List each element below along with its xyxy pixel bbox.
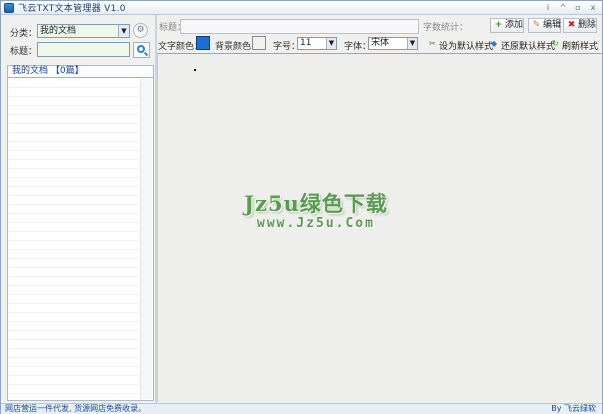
document-list-rows[interactable] [9,79,139,399]
restore-default-style-button[interactable]: ◆ 还原默认样式 [491,39,556,53]
category-label: 分类： [10,29,38,39]
edit-button-label: 编辑 [543,20,562,30]
search-input[interactable] [37,42,130,57]
delete-button-label: 删除 [578,20,597,30]
delete-button[interactable]: ✖ 删除 [563,18,597,33]
set-default-style-label: 设为默认样式 [439,42,494,52]
text-editor[interactable]: Jz5u绿色下载 www.Jz5u.Com [157,53,602,402]
chevron-down-icon: ▼ [118,25,129,37]
plus-icon: + [494,20,503,30]
text-cursor [194,69,196,71]
refresh-style-label: 刷新样式 [562,42,599,52]
font-label: 字体： [344,42,372,52]
minimize-button[interactable]: ^ [557,2,569,13]
close-button[interactable]: x [587,2,599,13]
document-list-scrollbar[interactable] [140,79,152,399]
window-title: 飞云TXT文本管理器 V1.0 [18,4,126,14]
search-button[interactable] [133,42,150,58]
status-bar: 网店营运一件代发, 货源网店免费收录。 By 飞云绿软 [1,403,602,414]
font-size-select[interactable]: 11 ▼ [297,37,337,50]
bg-color-swatch[interactable] [252,36,266,50]
app-window: 飞云TXT文本管理器 V1.0 i ^ ▫ x 分类： 我的文档 ▼ ⚙ 标题：… [0,0,603,414]
add-button-label: 添加 [505,20,524,30]
pencil-icon: ✎ [532,20,541,30]
restore-default-style-label: 还原默认样式 [501,42,556,52]
watermark-sub-text: www.Jz5u.Com [257,216,375,231]
title-bar[interactable]: 飞云TXT文本管理器 V1.0 i ^ ▫ x [1,1,602,15]
info-button[interactable]: i [542,2,554,13]
diamond-icon: ◆ [491,39,498,48]
gear-icon[interactable]: ⚙ [133,23,148,38]
status-promo-text[interactable]: 网店营运一件代发, 货源网店免费收录。 [5,404,146,414]
search-title-label: 标题： [10,47,38,57]
x-icon: ✖ [567,20,576,30]
window-controls: i ^ ▫ x [542,2,599,13]
doc-title-input[interactable] [180,19,419,34]
edit-button[interactable]: ✎ 编辑 [528,18,561,33]
chevron-down-icon: ▼ [326,38,336,49]
left-filter-panel: 分类： 我的文档 ▼ ⚙ 标题： [5,19,153,61]
font-size-value: 11 [300,38,312,48]
add-button[interactable]: + 添加 [490,18,524,33]
watermark-main-text: Jz5u绿色下载 [244,191,388,216]
category-select-value: 我的文档 [40,26,77,36]
refresh-icon: ↻ [552,39,559,48]
word-count-label: 字数统计： [423,23,469,33]
text-color-swatch[interactable] [196,36,210,50]
chevron-down-icon: ▼ [407,38,417,49]
document-list[interactable]: 我的文档 【0篇】 [7,65,154,401]
restore-button[interactable]: ▫ [572,2,584,13]
app-icon [4,2,14,13]
wrench-icon: ✂ [429,39,436,48]
status-author-text[interactable]: By 飞云绿软 [551,404,596,414]
font-select[interactable]: 宋体 ▼ [368,37,418,50]
watermark: Jz5u绿色下载 www.Jz5u.Com [216,188,416,231]
document-list-header: 我的文档 【0篇】 [8,66,153,78]
category-select[interactable]: 我的文档 ▼ [37,24,130,38]
set-default-style-button[interactable]: ✂ 设为默认样式 [429,39,494,53]
refresh-style-button[interactable]: ↻ 刷新样式 [552,39,599,53]
font-value: 宋体 [371,38,390,48]
font-size-label: 字号： [273,42,301,52]
